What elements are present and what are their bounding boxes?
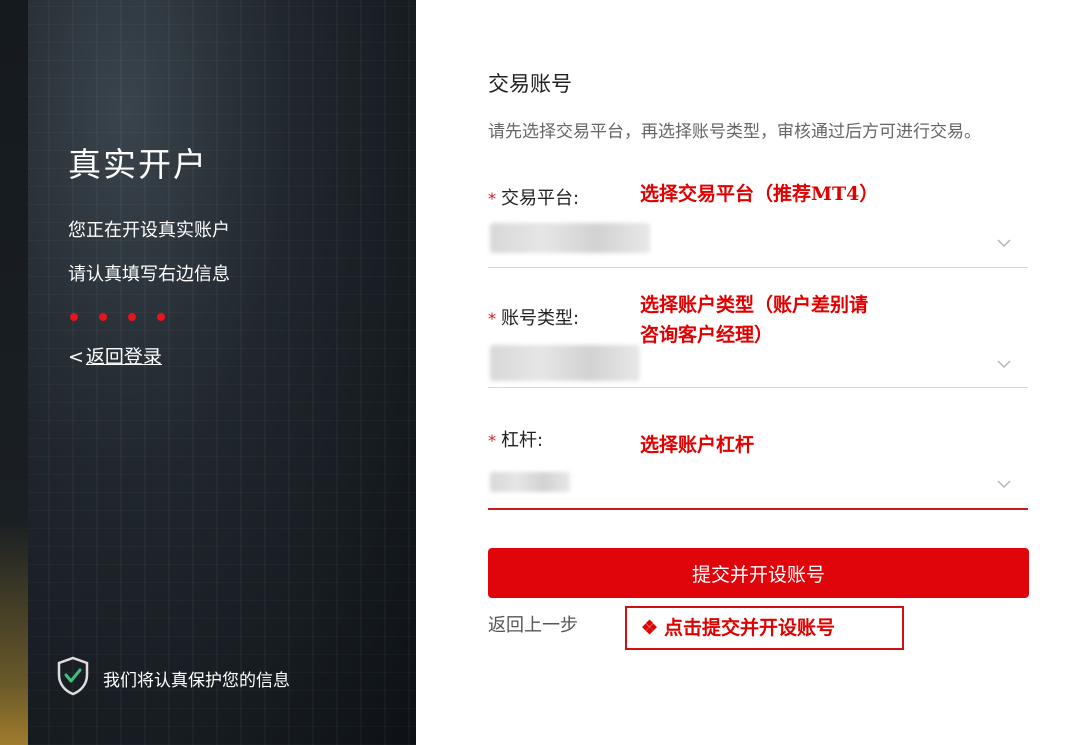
account-type-underline [488,387,1028,388]
account-type-annotation-line-1: 选择账户类型（账户差别请 [640,294,869,316]
banner-title: 真实开户 [68,145,208,184]
back-to-login-label: 返回登录 [85,346,162,368]
left-banner-panel: 真实开户 您正在开设真实账户 请认真填写右边信息 < 返回登录 我们将认真保护您的… [0,0,416,745]
diamond-bullet-icon: ❖ [641,617,659,639]
security-note: 我们将认真保护您的信息 [103,671,290,691]
chevron-down-icon[interactable] [997,477,1011,491]
platform-underline [488,267,1028,268]
submit-callout: ❖ 点击提交并开设账号 [625,606,904,650]
progress-dot [99,313,107,321]
platform-label-text: 交易平台: [501,188,580,209]
back-to-login-link[interactable]: < 返回登录 [68,342,162,369]
account-type-label: * 账号类型: [488,304,579,330]
leverage-underline [488,508,1028,510]
platform-label: * 交易平台: [488,184,579,210]
leverage-label: * 杠杆: [488,426,543,452]
progress-dots [70,313,165,321]
banner-subtitle-1: 您正在开设真实账户 [68,220,230,241]
platform-annotation: 选择交易平台（推荐MT4） [640,183,879,205]
leverage-annotation: 选择账户杠杆 [640,434,755,456]
progress-dot [128,313,136,321]
required-mark: * [488,431,496,450]
progress-dot [157,313,165,321]
required-mark: * [488,189,496,208]
submit-open-account-button[interactable]: 提交并开设账号 [488,548,1029,598]
leverage-value-blurred [490,472,570,492]
chevron-left-icon: < [68,346,84,368]
form-description: 请先选择交易平台，再选择账号类型，审核通过后方可进行交易。 [488,122,981,142]
account-type-label-text: 账号类型: [501,308,580,329]
leverage-label-text: 杠杆: [501,430,544,451]
required-mark: * [488,309,496,328]
shield-check-icon [57,656,89,696]
platform-value-blurred [490,223,650,253]
chevron-down-icon[interactable] [997,236,1011,250]
form-title: 交易账号 [488,72,572,96]
callout-text: 点击提交并开设账号 [664,617,836,639]
chevron-down-icon[interactable] [997,357,1011,371]
back-step-link[interactable]: 返回上一步 [488,611,578,637]
progress-dot [70,313,78,321]
banner-subtitle-2: 请认真填写右边信息 [68,264,230,285]
account-type-value-blurred [490,345,640,381]
